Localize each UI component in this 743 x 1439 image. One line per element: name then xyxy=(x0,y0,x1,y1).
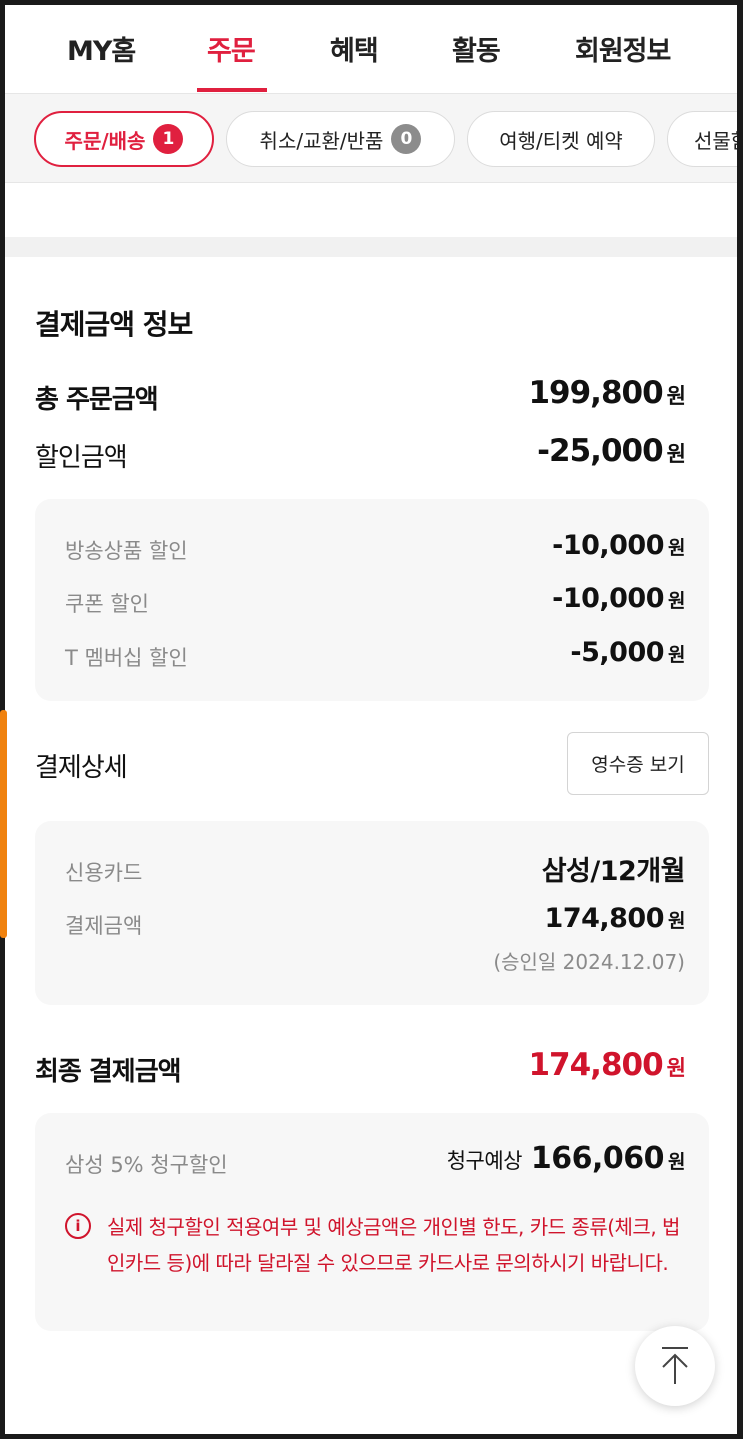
payment-info-title: 결제금액 정보 xyxy=(35,308,193,341)
paid-amount: 174,800 원 xyxy=(544,903,686,934)
arrow-up-icon xyxy=(662,1347,688,1384)
approval-date: (승인일 2024.12.07) xyxy=(493,950,685,974)
chip-gift-box[interactable]: 선물함 xyxy=(667,111,737,167)
section-divider xyxy=(5,237,737,257)
payment-detail-box: 신용카드 삼성/12개월 결제금액 174,800 원 (승인일 2024.12.… xyxy=(35,821,709,1005)
amount-value: 174,800 xyxy=(544,903,665,934)
payment-detail-title: 결제상세 xyxy=(35,753,128,783)
chip-label: 주문/배송 xyxy=(64,128,146,153)
chip-cancel-exchange-return[interactable]: 취소/교환/반품 0 xyxy=(226,111,455,167)
tab-benefits[interactable]: 혜택 xyxy=(330,29,379,68)
amount-value: 166,060 xyxy=(530,1141,665,1176)
billing-notice-text: 실제 청구할인 적용여부 및 예상금액은 개인별 한도, 카드 종류(체크, 법… xyxy=(107,1215,680,1275)
count-badge: 0 xyxy=(391,124,422,154)
final-amount: 174,800 원 xyxy=(528,1047,686,1083)
final-amount-label: 최종 결제금액 xyxy=(35,1057,182,1087)
scroll-to-top-button[interactable] xyxy=(635,1326,715,1406)
currency-unit: 원 xyxy=(668,910,685,932)
currency-unit: 원 xyxy=(666,384,686,408)
discount-amount: -25,000 원 xyxy=(537,433,686,469)
category-chip-bar[interactable]: 주문/배송 1 취소/교환/반품 0 여행/티켓 예약 선물함 xyxy=(5,93,737,183)
billing-discount-label: 삼성 5% 청구할인 xyxy=(65,1153,228,1177)
currency-unit: 원 xyxy=(668,537,685,559)
membership-discount-label: T 멤버십 할인 xyxy=(65,646,188,670)
amount-value: -10,000 xyxy=(552,530,665,561)
tab-activity[interactable]: 활동 xyxy=(452,29,501,68)
scroll-indicator[interactable] xyxy=(0,710,7,938)
chip-label: 선물함 xyxy=(694,128,737,153)
credit-card-label: 신용카드 xyxy=(65,861,143,885)
tab-my-home[interactable]: MY홈 xyxy=(67,29,136,68)
total-order-amount: 199,800 원 xyxy=(528,375,686,411)
broadcast-discount-amount: -10,000 원 xyxy=(552,530,685,561)
currency-unit: 원 xyxy=(668,1151,685,1173)
total-order-label: 총 주문금액 xyxy=(35,385,159,415)
currency-unit: 원 xyxy=(668,644,685,666)
chip-label: 여행/티켓 예약 xyxy=(499,128,623,153)
amount-value: 199,800 xyxy=(528,375,663,411)
view-receipt-button[interactable]: 영수증 보기 xyxy=(567,732,709,795)
coupon-discount-amount: -10,000 원 xyxy=(552,583,685,614)
chip-travel-ticket[interactable]: 여행/티켓 예약 xyxy=(467,111,655,167)
coupon-discount-label: 쿠폰 할인 xyxy=(65,592,149,616)
amount-value: -10,000 xyxy=(552,583,665,614)
amount-value: -5,000 xyxy=(570,637,665,668)
chip-order-delivery[interactable]: 주문/배송 1 xyxy=(34,111,214,167)
amount-value: 174,800 xyxy=(528,1047,663,1083)
membership-discount-amount: -5,000 원 xyxy=(570,637,685,668)
top-navigation: MY홈 주문 혜택 활동 회원정보 xyxy=(5,5,737,93)
count-badge: 1 xyxy=(153,124,184,154)
billing-discount-box: 삼성 5% 청구할인 청구예상 166,060 원 i 실제 청구할인 적용여부 … xyxy=(35,1113,709,1331)
credit-card-value: 삼성/12개월 xyxy=(541,856,686,887)
tab-member-info[interactable]: 회원정보 xyxy=(575,29,671,68)
currency-unit: 원 xyxy=(666,442,686,466)
info-icon: i xyxy=(65,1213,91,1239)
broadcast-discount-label: 방송상품 할인 xyxy=(65,539,188,563)
chip-label: 취소/교환/반품 xyxy=(259,128,384,153)
paid-amount-label: 결제금액 xyxy=(65,914,143,938)
tab-order[interactable]: 주문 xyxy=(207,29,256,68)
discount-breakdown-box: 방송상품 할인 -10,000 원 쿠폰 할인 -10,000 원 T 멤버십 할인… xyxy=(35,499,709,701)
active-tab-underline xyxy=(197,88,267,92)
expected-billing-amount: 청구예상 166,060 원 xyxy=(446,1141,686,1176)
discount-label: 할인금액 xyxy=(35,443,128,473)
currency-unit: 원 xyxy=(666,1056,686,1080)
expected-prefix: 청구예상 xyxy=(446,1149,523,1173)
currency-unit: 원 xyxy=(668,590,685,612)
amount-value: -25,000 xyxy=(537,433,663,469)
app-frame: MY홈 주문 혜택 활동 회원정보 주문/배송 1 취소/교환/반품 0 여행/… xyxy=(5,5,737,1434)
